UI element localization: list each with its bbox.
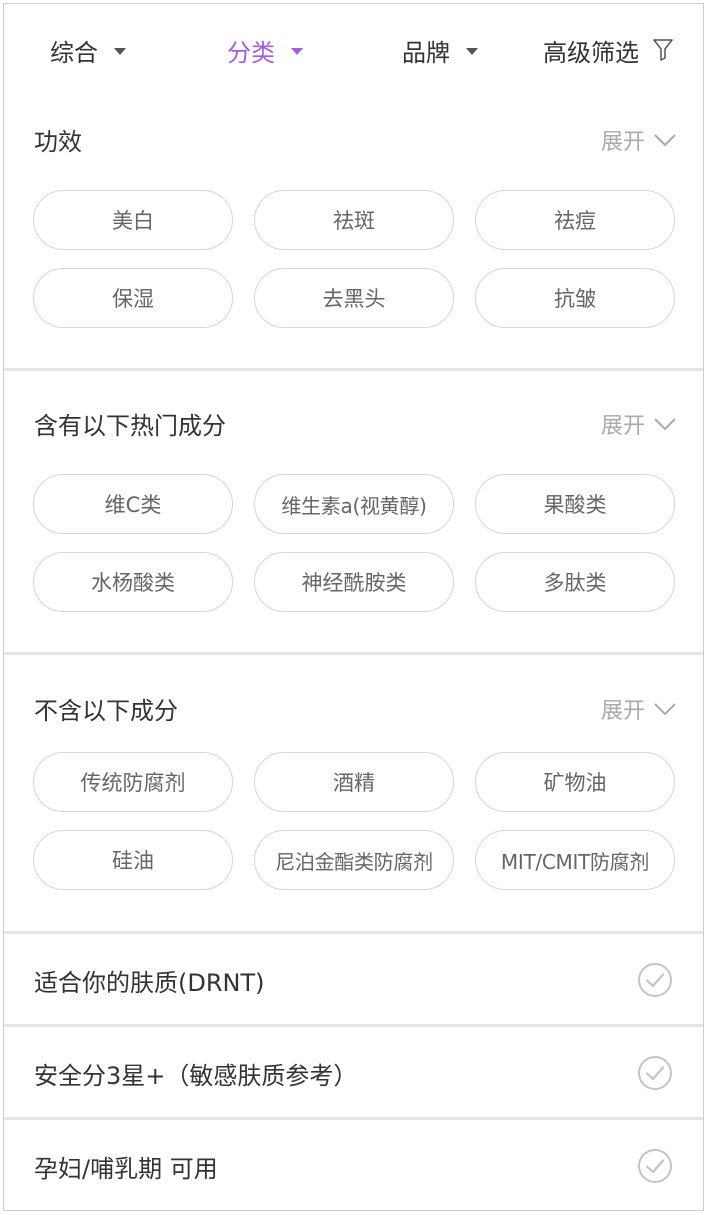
tab-brand-label: 品牌 xyxy=(402,38,450,67)
chip-ceramide[interactable]: 神经酰胺类 xyxy=(254,552,454,612)
expand-label: 展开 xyxy=(600,414,645,439)
toggle-label: 适合你的肤质(DRNT) xyxy=(34,968,265,997)
section-title: 不含以下成分 xyxy=(34,697,178,725)
chip-vitamin-c[interactable]: 维C类 xyxy=(33,474,233,534)
chip-anti-wrinkle[interactable]: 抗皱 xyxy=(475,268,675,328)
tab-category[interactable]: 分类 xyxy=(227,32,303,68)
tab-comprehensive-label: 综合 xyxy=(50,38,98,67)
toggle-row-safety-score[interactable]: 安全分3星+（敏感肤质参考） xyxy=(4,1027,703,1119)
section-title: 含有以下热门成分 xyxy=(34,412,226,440)
check-circle-icon[interactable] xyxy=(637,1055,673,1091)
chip-silicone-oil[interactable]: 硅油 xyxy=(33,830,233,890)
expand-label: 展开 xyxy=(600,699,645,724)
expand-button[interactable]: 展开 xyxy=(601,124,677,156)
filter-funnel-icon xyxy=(653,39,673,61)
expand-button[interactable]: 展开 xyxy=(601,408,677,440)
section-title: 功效 xyxy=(34,128,82,156)
chevron-down-icon xyxy=(654,418,676,431)
check-circle-icon[interactable] xyxy=(637,962,673,998)
chip-blackhead[interactable]: 去黑头 xyxy=(254,268,454,328)
chip-acne[interactable]: 祛痘 xyxy=(475,190,675,250)
chevron-down-icon xyxy=(654,703,676,716)
tab-brand[interactable]: 品牌 xyxy=(402,32,478,68)
chip-mineral-oil[interactable]: 矿物油 xyxy=(475,752,675,812)
advanced-filter-button[interactable]: 高级筛选 xyxy=(543,32,673,68)
caret-down-icon xyxy=(466,47,478,55)
toggle-label: 安全分3星+（敏感肤质参考） xyxy=(34,1061,358,1090)
toggle-row-skin-type[interactable]: 适合你的肤质(DRNT) xyxy=(4,934,703,1026)
chip-alcohol[interactable]: 酒精 xyxy=(254,752,454,812)
chip-retinol[interactable]: 维生素a(视黄醇) xyxy=(254,474,454,534)
chip-salicylic-acid[interactable]: 水杨酸类 xyxy=(33,552,233,612)
caret-down-icon xyxy=(291,47,303,55)
expand-button[interactable]: 展开 xyxy=(601,693,677,725)
chip-whitening[interactable]: 美白 xyxy=(33,190,233,250)
check-circle-icon[interactable] xyxy=(637,1148,673,1184)
chip-peptide[interactable]: 多肽类 xyxy=(475,552,675,612)
filter-tab-bar: 综合 分类 品牌 高级筛选 xyxy=(4,4,703,94)
chip-spot-removal[interactable]: 祛斑 xyxy=(254,190,454,250)
toggle-row-pregnancy-safe[interactable]: 孕妇/哺乳期 可用 xyxy=(4,1120,703,1210)
chip-moisturizing[interactable]: 保湿 xyxy=(33,268,233,328)
chip-traditional-preservative[interactable]: 传统防腐剂 xyxy=(33,752,233,812)
chip-mit-cmit-preservative[interactable]: MIT/CMIT防腐剂 xyxy=(475,830,675,890)
tab-comprehensive[interactable]: 综合 xyxy=(50,32,126,68)
section-efficacy: 功效 展开 美白 祛斑 祛痘 保湿 去黑头 抗皱 xyxy=(4,94,703,366)
section-contains-ingredients: 含有以下热门成分 展开 维C类 维生素a(视黄醇) 果酸类 水杨酸类 神经酰胺类… xyxy=(4,371,703,651)
caret-down-icon xyxy=(114,47,126,55)
toggle-label: 孕妇/哺乳期 可用 xyxy=(34,1154,218,1183)
chip-paraben-preservative[interactable]: 尼泊金酯类防腐剂 xyxy=(254,830,454,890)
chevron-down-icon xyxy=(654,134,676,147)
tab-category-label: 分类 xyxy=(227,38,275,67)
expand-label: 展开 xyxy=(600,130,645,155)
section-excludes-ingredients: 不含以下成分 展开 传统防腐剂 酒精 矿物油 硅油 尼泊金酯类防腐剂 MIT/C… xyxy=(4,655,703,932)
filter-panel: 综合 分类 品牌 高级筛选 功效 展开 美白 祛斑 祛痘 保湿 去黑头 抗皱 含… xyxy=(3,3,704,1211)
advanced-filter-label: 高级筛选 xyxy=(543,38,639,67)
chip-fruit-acid[interactable]: 果酸类 xyxy=(475,474,675,534)
